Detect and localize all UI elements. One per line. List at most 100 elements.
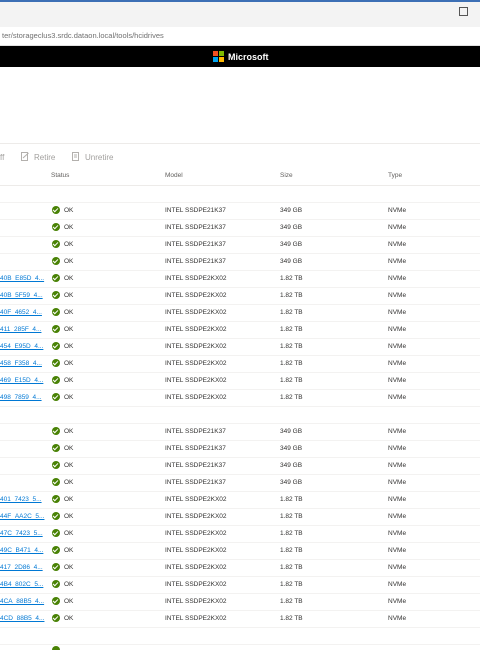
table-row[interactable]: OK INTEL SSDPE21K37 349 GB NVMe [0, 254, 480, 271]
drive-name-link[interactable]: 411_285F_4... [0, 326, 41, 333]
drive-status: OK [64, 394, 74, 401]
drive-model: INTEL SSDPE2KX02 [165, 360, 227, 367]
drive-model: INTEL SSDPE2KX02 [165, 581, 227, 588]
drive-type: NVMe [388, 377, 407, 384]
drive-status: OK [64, 564, 74, 571]
drive-model: INTEL SSDPE21K37 [165, 479, 226, 486]
drive-model: INTEL SSDPE21K37 [165, 445, 226, 452]
table-row[interactable]: OK INTEL SSDPE21K37 349 GB NVMe [0, 475, 480, 492]
drive-model: INTEL SSDPE2KX02 [165, 564, 227, 571]
table-row[interactable]: 49C_B471_4... OK INTEL SSDPE2KX02 1.82 TB NV… [0, 543, 480, 560]
drive-size: 1.82 TB [280, 530, 303, 537]
drive-model: INTEL SSDPE2KX02 [165, 292, 227, 299]
unretire-button[interactable]: Unretire [85, 153, 113, 162]
drive-name-link[interactable]: 40B_E85D_4... [0, 275, 44, 282]
drive-name-link[interactable]: 454_E95D_4... [0, 343, 43, 350]
drive-status: OK [64, 462, 74, 469]
table-row[interactable]: OK INTEL SSDPE21K37 349 GB NVMe [0, 203, 480, 220]
table-row[interactable]: 40F_4652_4... OK INTEL SSDPE2KX02 1.82 TB NV… [0, 305, 480, 322]
drive-size: 1.82 TB [280, 343, 303, 350]
drive-size: 1.82 TB [280, 326, 303, 333]
status-ok-icon [52, 580, 60, 588]
status-ok-icon-partial [52, 646, 60, 650]
drive-type: NVMe [388, 513, 407, 520]
table-row[interactable]: OK INTEL SSDPE21K37 349 GB NVMe [0, 237, 480, 254]
status-ok-icon [52, 546, 60, 554]
status-ok-icon [52, 376, 60, 384]
drive-model: INTEL SSDPE2KX02 [165, 547, 227, 554]
drive-model: INTEL SSDPE2KX02 [165, 598, 227, 605]
table-row[interactable]: 411_285F_4... OK INTEL SSDPE2KX02 1.82 TB NV… [0, 322, 480, 339]
drive-model: INTEL SSDPE21K37 [165, 258, 226, 265]
window-control-icon[interactable] [459, 7, 468, 16]
table-row[interactable]: 4CD_88B5_4... OK INTEL SSDPE2KX02 1.82 TB NV… [0, 611, 480, 628]
status-ok-icon [52, 308, 60, 316]
command-partial-label[interactable]: ff [0, 153, 4, 162]
retire-icon[interactable] [21, 152, 29, 161]
column-header-size[interactable]: Size [280, 172, 293, 179]
table-row[interactable]: 458_F358_4... OK INTEL SSDPE2KX02 1.82 TB NV… [0, 356, 480, 373]
table-row[interactable]: 47C_7423_5... OK INTEL SSDPE2KX02 1.82 TB NV… [0, 526, 480, 543]
group-header-row[interactable] [0, 628, 480, 645]
drive-type: NVMe [388, 292, 407, 299]
table-row[interactable]: 40B_E85D_4... OK INTEL SSDPE2KX02 1.82 TB NV… [0, 271, 480, 288]
drive-name-link[interactable]: 4CD_88B5_4... [0, 615, 44, 622]
table-row[interactable]: 44F_AA2C_5... OK INTEL SSDPE2KX02 1.82 TB NV… [0, 509, 480, 526]
drive-size: 1.82 TB [280, 292, 303, 299]
drive-size: 1.82 TB [280, 360, 303, 367]
drive-size: 349 GB [280, 462, 303, 469]
table-row[interactable]: 469_E15D_4... OK INTEL SSDPE2KX02 1.82 TB NV… [0, 373, 480, 390]
drive-model: INTEL SSDPE2KX02 [165, 309, 227, 316]
status-ok-icon [52, 444, 60, 452]
table-row[interactable]: OK INTEL SSDPE21K37 349 GB NVMe [0, 424, 480, 441]
drive-status: OK [64, 258, 74, 265]
status-ok-icon [52, 206, 60, 214]
retire-button[interactable]: Retire [34, 153, 55, 162]
table-row[interactable]: 454_E95D_4... OK INTEL SSDPE2KX02 1.82 TB NV… [0, 339, 480, 356]
group-header-row[interactable] [0, 186, 480, 203]
drive-type: NVMe [388, 479, 407, 486]
drive-name-link[interactable]: 40F_4652_4... [0, 309, 42, 316]
column-header-model[interactable]: Model [165, 172, 183, 179]
drive-name-link[interactable]: 49C_B471_4... [0, 547, 43, 554]
status-ok-icon [52, 291, 60, 299]
drive-name-link[interactable]: 47C_7423_5... [0, 530, 43, 537]
table-row[interactable]: OK INTEL SSDPE21K37 349 GB NVMe [0, 458, 480, 475]
drive-name-link[interactable]: 40B_5F59_4... [0, 292, 43, 299]
column-header-status[interactable]: Status [51, 172, 69, 179]
drive-status: OK [64, 547, 74, 554]
drive-name-link[interactable]: 498_7859_4... [0, 394, 42, 401]
drive-status: OK [64, 445, 74, 452]
logo-square-blue [213, 57, 218, 62]
drive-name-link[interactable]: 44F_AA2C_5... [0, 513, 44, 520]
status-ok-icon [52, 427, 60, 435]
drive-size: 1.82 TB [280, 377, 303, 384]
column-header-type[interactable]: Type [388, 172, 402, 179]
drive-model: INTEL SSDPE2KX02 [165, 615, 227, 622]
drive-name-link[interactable]: 401_7423_5... [0, 496, 42, 503]
table-row[interactable]: OK INTEL SSDPE21K37 349 GB NVMe [0, 441, 480, 458]
table-row[interactable]: 40B_5F59_4... OK INTEL SSDPE2KX02 1.82 TB NV… [0, 288, 480, 305]
table-row[interactable]: OK INTEL SSDPE21K37 349 GB NVMe [0, 220, 480, 237]
table-row[interactable]: 417_2D86_4... OK INTEL SSDPE2KX02 1.82 TB NV… [0, 560, 480, 577]
address-bar[interactable]: ter/storageclus3.srdc.dataon.local/tools… [0, 27, 480, 46]
drive-status: OK [64, 377, 74, 384]
drive-status: OK [64, 292, 74, 299]
table-row[interactable]: 4B4_802C_5... OK INTEL SSDPE2KX02 1.82 TB NV… [0, 577, 480, 594]
status-ok-icon [52, 393, 60, 401]
brand-name: Microsoft [228, 52, 269, 62]
unretire-icon[interactable] [72, 152, 80, 161]
drive-name-link[interactable]: 4CA_88B5_4... [0, 598, 44, 605]
drive-name-link[interactable]: 4B4_802C_5... [0, 581, 43, 588]
logo-square-red [213, 51, 218, 56]
drive-name-link[interactable]: 417_2D86_4... [0, 564, 43, 571]
drive-type: NVMe [388, 275, 407, 282]
table-row[interactable]: 401_7423_5... OK INTEL SSDPE2KX02 1.82 TB NV… [0, 492, 480, 509]
group-header-row[interactable] [0, 407, 480, 424]
drive-size: 1.82 TB [280, 309, 303, 316]
table-row[interactable]: 4CA_88B5_4... OK INTEL SSDPE2KX02 1.82 TB NV… [0, 594, 480, 611]
drive-type: NVMe [388, 326, 407, 333]
drive-name-link[interactable]: 458_F358_4... [0, 360, 42, 367]
drive-name-link[interactable]: 469_E15D_4... [0, 377, 43, 384]
table-row[interactable]: 498_7859_4... OK INTEL SSDPE2KX02 1.82 TB NV… [0, 390, 480, 407]
